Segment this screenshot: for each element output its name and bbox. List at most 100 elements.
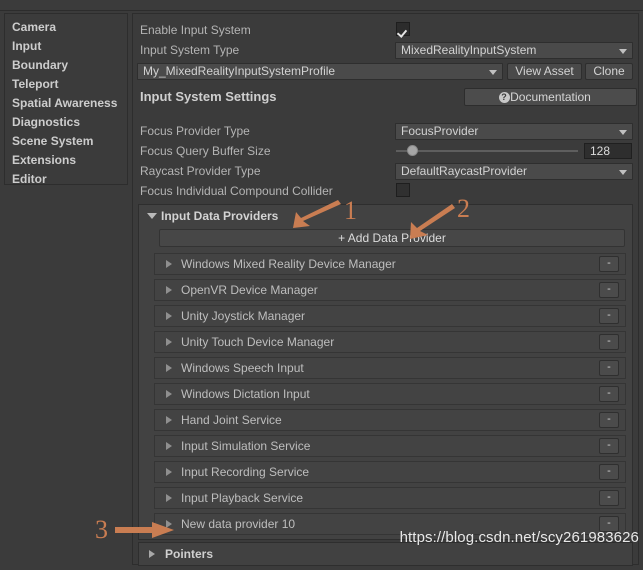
remove-provider-button[interactable]: - bbox=[599, 334, 619, 350]
annotation-number-3: 3 bbox=[95, 515, 108, 544]
input-system-type-dropdown[interactable]: MixedRealityInputSystem bbox=[395, 42, 633, 59]
raycast-provider-type-dropdown[interactable]: DefaultRaycastProvider bbox=[395, 163, 633, 180]
sidebar-item-input[interactable]: Input bbox=[5, 37, 127, 56]
chevron-right-icon[interactable] bbox=[166, 364, 172, 372]
provider-label: Hand Joint Service bbox=[181, 413, 282, 427]
table-row[interactable]: Input Playback Service - bbox=[154, 487, 626, 509]
table-row[interactable]: Unity Touch Device Manager - bbox=[154, 331, 626, 353]
add-data-provider-button[interactable]: + Add Data Provider bbox=[159, 229, 625, 247]
remove-provider-button[interactable]: - bbox=[599, 438, 619, 454]
raycast-provider-type-label: Raycast Provider Type bbox=[140, 164, 261, 178]
annotation-number-1: 1 bbox=[344, 196, 357, 225]
chevron-right-icon bbox=[149, 550, 155, 558]
documentation-button[interactable]: ? Documentation bbox=[464, 88, 637, 106]
provider-label: Windows Mixed Reality Device Manager bbox=[181, 257, 396, 271]
table-row[interactable]: Windows Speech Input - bbox=[154, 357, 626, 379]
chevron-down-icon bbox=[619, 130, 627, 135]
sidebar-item-spatial-awareness[interactable]: Spatial Awareness bbox=[5, 94, 127, 113]
remove-provider-button[interactable]: - bbox=[599, 282, 619, 298]
provider-label: Input Simulation Service bbox=[181, 439, 311, 453]
row-input-system-settings: Input System Settings ? Documentation bbox=[133, 85, 638, 109]
input-data-providers-group: Input Data Providers + Add Data Provider… bbox=[138, 204, 633, 540]
profile-category-sidebar[interactable]: Camera Input Boundary Teleport Spatial A… bbox=[4, 13, 128, 186]
input-data-providers-header-label: Input Data Providers bbox=[161, 209, 279, 223]
provider-label: Unity Touch Device Manager bbox=[181, 335, 335, 349]
table-row[interactable]: Windows Dictation Input - bbox=[154, 383, 626, 405]
chevron-right-icon[interactable] bbox=[166, 442, 172, 450]
sidebar-item-editor[interactable]: Editor bbox=[5, 170, 127, 189]
enable-input-system-checkbox[interactable] bbox=[396, 22, 410, 36]
row-focus-query-buffer-size: Focus Query Buffer Size 128 bbox=[133, 142, 638, 162]
row-profile: My_MixedRealityInputSystemProfile View A… bbox=[133, 62, 638, 82]
provider-label: Input Recording Service bbox=[181, 465, 310, 479]
sidebar-item-scene-system[interactable]: Scene System bbox=[5, 132, 127, 151]
provider-label: OpenVR Device Manager bbox=[181, 283, 318, 297]
row-enable-input-system: Enable Input System bbox=[133, 21, 638, 41]
provider-label: New data provider 10 bbox=[181, 517, 296, 531]
remove-provider-button[interactable]: - bbox=[599, 490, 619, 506]
window-top-strip bbox=[0, 0, 643, 11]
remove-provider-button[interactable]: - bbox=[599, 412, 619, 428]
chevron-right-icon[interactable] bbox=[166, 312, 172, 320]
input-system-settings-header: Input System Settings bbox=[140, 89, 277, 104]
remove-provider-button[interactable]: - bbox=[599, 464, 619, 480]
raycast-provider-type-value: DefaultRaycastProvider bbox=[401, 164, 528, 178]
provider-label: Input Playback Service bbox=[181, 491, 304, 505]
profile-dropdown[interactable]: My_MixedRealityInputSystemProfile bbox=[137, 63, 503, 80]
chevron-right-icon[interactable] bbox=[166, 338, 172, 346]
sidebar-item-teleport[interactable]: Teleport bbox=[5, 75, 127, 94]
chevron-right-icon[interactable] bbox=[166, 468, 172, 476]
input-data-providers-header[interactable]: Input Data Providers bbox=[147, 209, 278, 223]
chevron-right-icon[interactable] bbox=[166, 416, 172, 424]
table-row[interactable]: Windows Mixed Reality Device Manager - bbox=[154, 253, 626, 275]
remove-provider-button[interactable]: - bbox=[599, 386, 619, 402]
focus-query-buffer-size-input[interactable]: 128 bbox=[584, 143, 632, 159]
provider-label: Windows Dictation Input bbox=[181, 387, 310, 401]
table-row[interactable]: Unity Joystick Manager - bbox=[154, 305, 626, 327]
chevron-right-icon[interactable] bbox=[166, 494, 172, 502]
chevron-down-icon bbox=[147, 213, 157, 219]
slider-track bbox=[396, 150, 578, 152]
table-row[interactable]: Input Recording Service - bbox=[154, 461, 626, 483]
chevron-down-icon bbox=[619, 170, 627, 175]
focus-query-buffer-size-label: Focus Query Buffer Size bbox=[140, 144, 271, 158]
focus-query-buffer-size-slider[interactable] bbox=[396, 143, 578, 159]
chevron-down-icon bbox=[619, 49, 627, 54]
focus-provider-type-value: FocusProvider bbox=[401, 124, 479, 138]
enable-input-system-label: Enable Input System bbox=[140, 23, 251, 37]
chevron-down-icon bbox=[489, 70, 497, 75]
table-row[interactable]: Hand Joint Service - bbox=[154, 409, 626, 431]
focus-individual-compound-collider-checkbox[interactable] bbox=[396, 183, 410, 197]
input-settings-panel: Enable Input System Input System Type Mi… bbox=[132, 13, 639, 566]
focus-individual-compound-collider-label: Focus Individual Compound Collider bbox=[140, 184, 333, 198]
table-row[interactable]: Input Simulation Service - bbox=[154, 435, 626, 457]
remove-provider-button[interactable]: - bbox=[599, 360, 619, 376]
focus-provider-type-dropdown[interactable]: FocusProvider bbox=[395, 123, 633, 140]
watermark-text: https://blog.csdn.net/scy261983626 bbox=[399, 529, 639, 546]
sidebar-item-extensions[interactable]: Extensions bbox=[5, 151, 127, 170]
sidebar-item-camera[interactable]: Camera bbox=[5, 18, 127, 37]
annotation-number-2: 2 bbox=[457, 194, 470, 223]
clone-button[interactable]: Clone bbox=[585, 63, 633, 80]
sidebar-item-diagnostics[interactable]: Diagnostics bbox=[5, 113, 127, 132]
focus-provider-type-label: Focus Provider Type bbox=[140, 124, 250, 138]
provider-label: Unity Joystick Manager bbox=[181, 309, 306, 323]
documentation-label: Documentation bbox=[510, 90, 591, 104]
row-raycast-provider-type: Raycast Provider Type DefaultRaycastProv… bbox=[133, 162, 638, 182]
pointers-label: Pointers bbox=[165, 547, 214, 561]
row-focus-individual-compound-collider: Focus Individual Compound Collider bbox=[133, 182, 638, 202]
view-asset-button[interactable]: View Asset bbox=[507, 63, 582, 80]
chevron-right-icon[interactable] bbox=[166, 390, 172, 398]
table-row[interactable]: OpenVR Device Manager - bbox=[154, 279, 626, 301]
sidebar-item-boundary[interactable]: Boundary bbox=[5, 56, 127, 75]
remove-provider-button[interactable]: - bbox=[599, 308, 619, 324]
chevron-right-icon[interactable] bbox=[166, 520, 172, 528]
chevron-right-icon[interactable] bbox=[166, 260, 172, 268]
input-system-type-value: MixedRealityInputSystem bbox=[401, 43, 537, 57]
chevron-right-icon[interactable] bbox=[166, 286, 172, 294]
slider-knob[interactable] bbox=[407, 145, 419, 156]
row-focus-provider-type: Focus Provider Type FocusProvider bbox=[133, 122, 638, 142]
provider-label: Windows Speech Input bbox=[181, 361, 304, 375]
remove-provider-button[interactable]: - bbox=[599, 256, 619, 272]
row-input-system-type: Input System Type MixedRealityInputSyste… bbox=[133, 41, 638, 61]
